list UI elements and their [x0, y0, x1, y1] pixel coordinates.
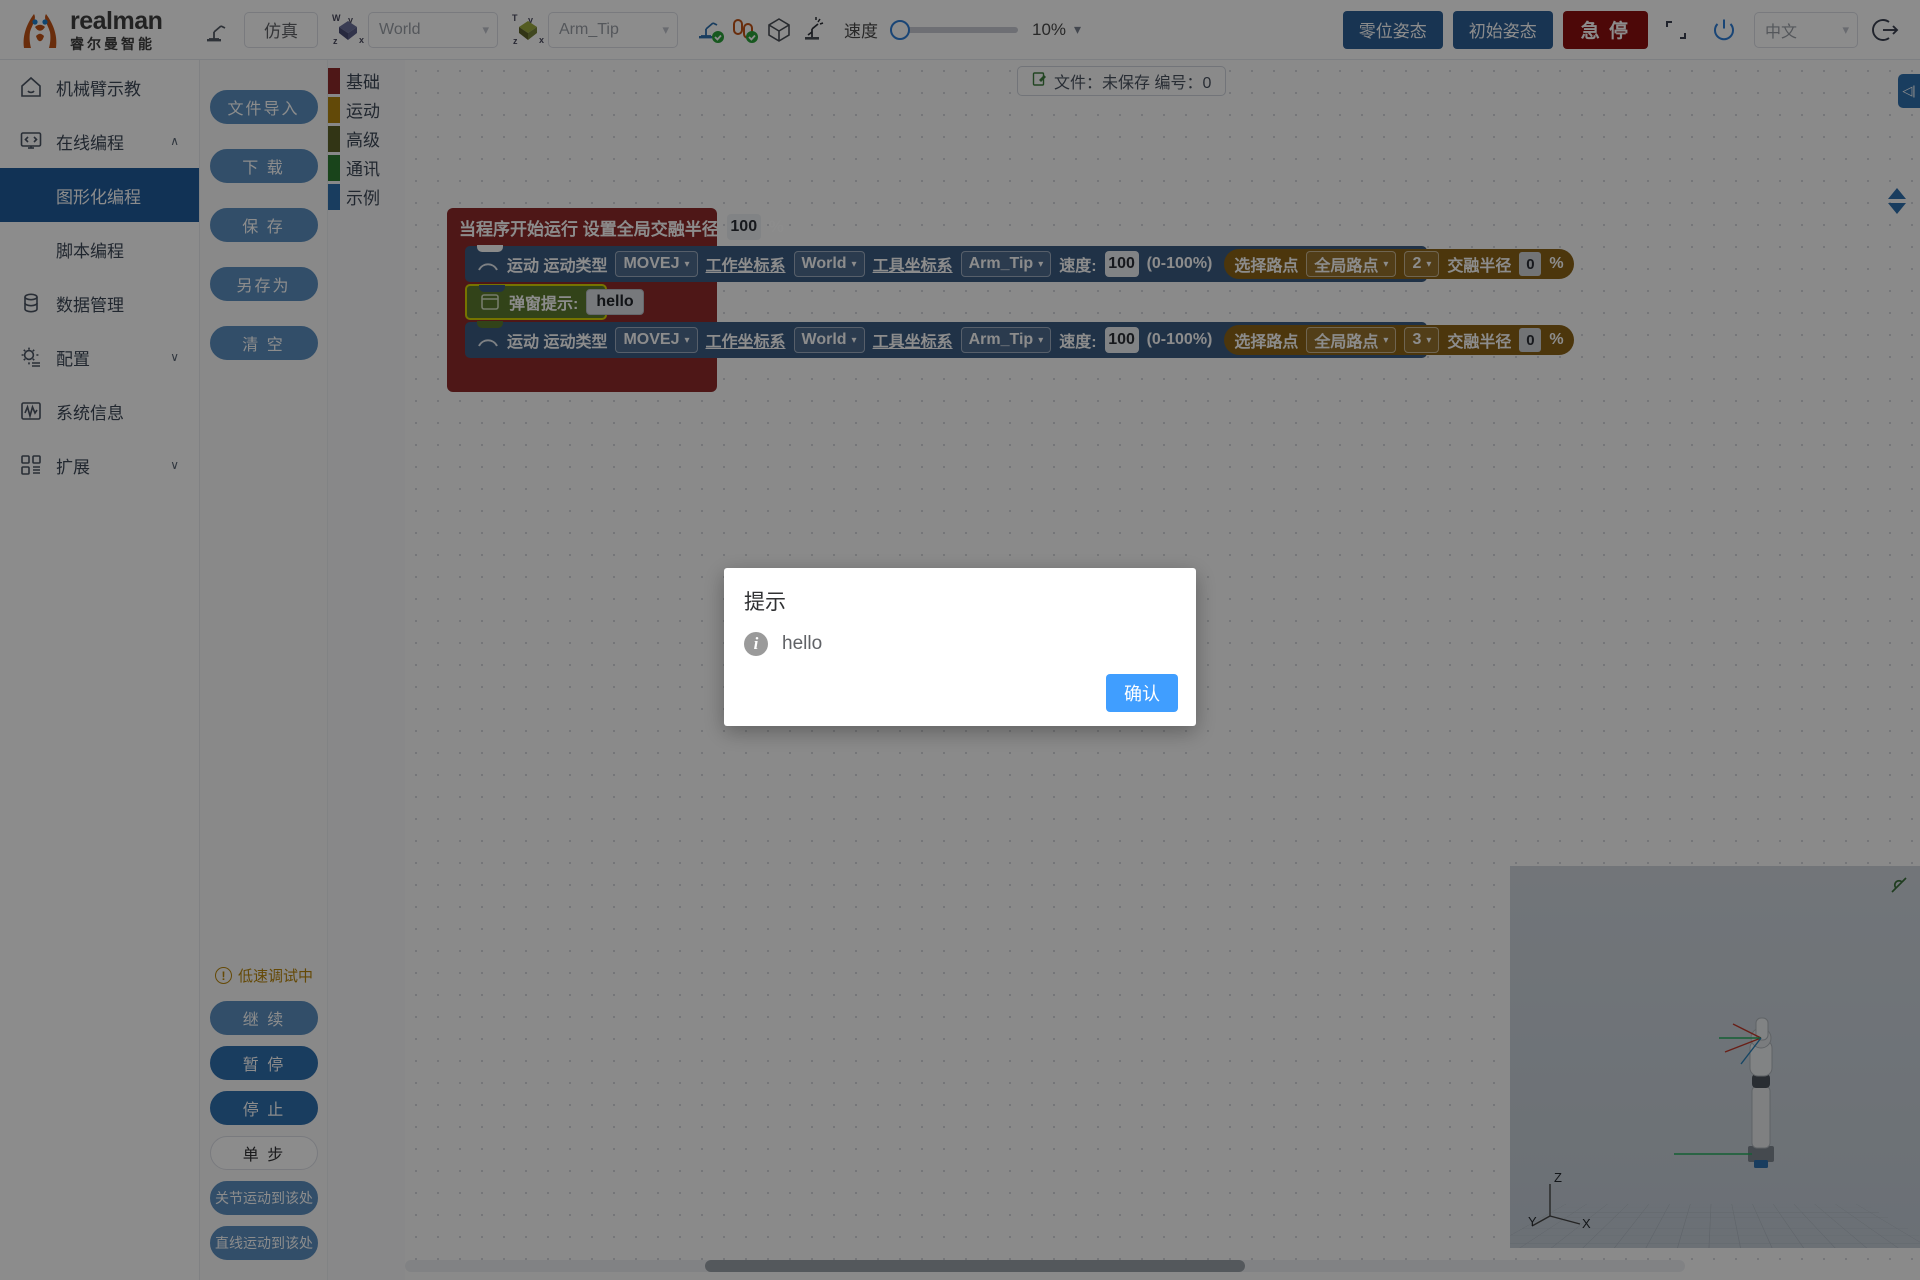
confirm-button[interactable]: 确认 — [1106, 674, 1178, 712]
prompt-dialog: 提示 i hello 确认 — [724, 568, 1196, 726]
dialog-title: 提示 — [744, 591, 786, 614]
info-icon: i — [744, 632, 768, 656]
dialog-message: hello — [782, 633, 823, 654]
dialog-footer: 确认 — [1106, 674, 1178, 712]
dialog-body: i hello — [724, 616, 1196, 656]
app-root: realman 睿尔曼智能 仿真 W y z x World ▾ T y z x… — [0, 0, 1920, 1280]
